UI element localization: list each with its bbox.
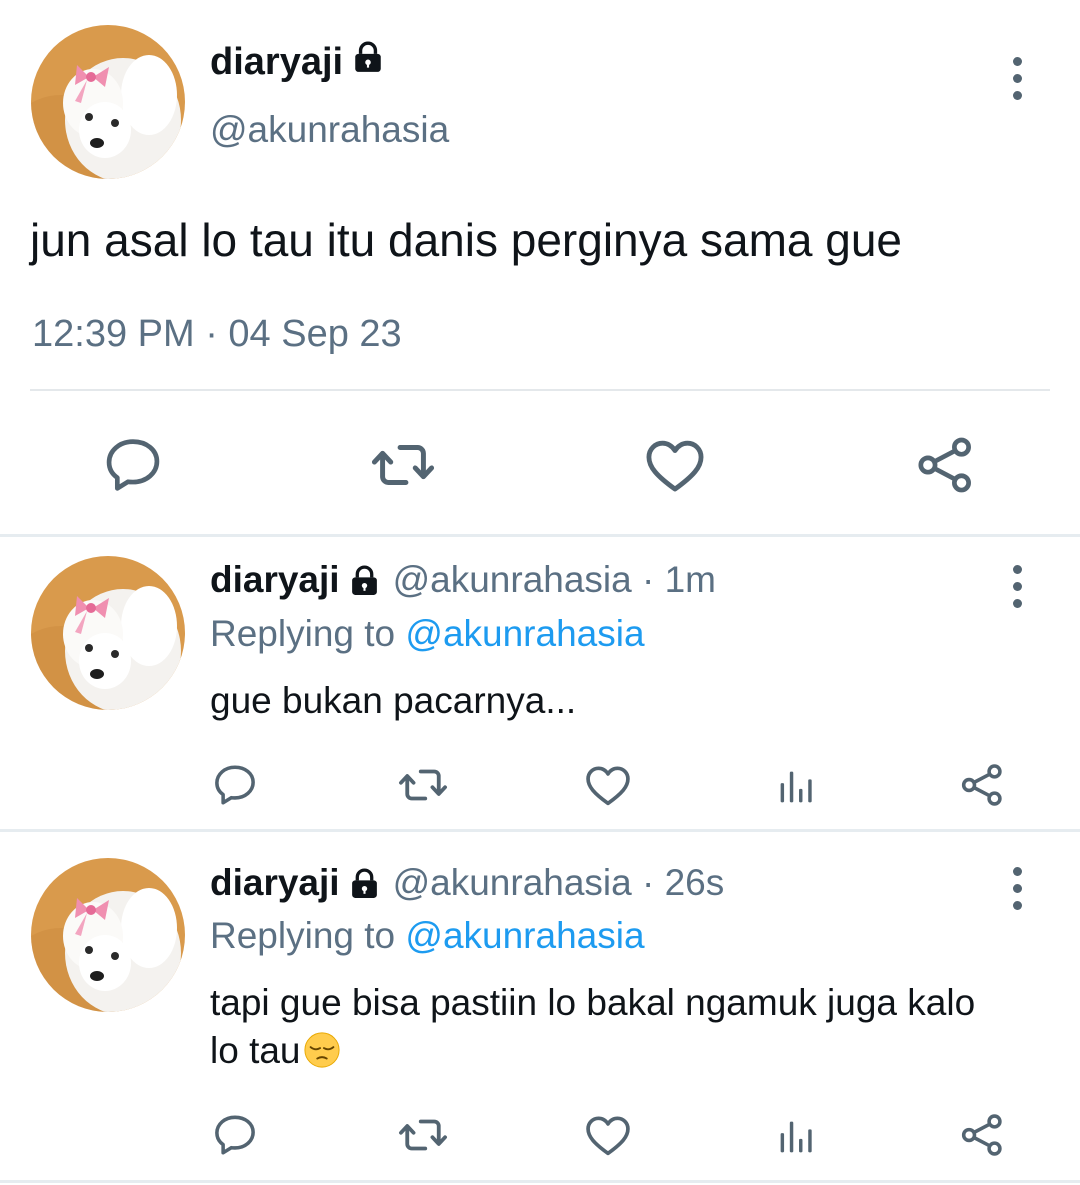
replying-to: Replying to @akunrahasia bbox=[210, 611, 645, 657]
replying-label: Replying to bbox=[210, 613, 406, 654]
lock-icon bbox=[348, 867, 381, 900]
lock-icon bbox=[348, 564, 381, 597]
tweet-text: tapi gue bisa pastiin lo bakal ngamuk ju… bbox=[210, 979, 1010, 1075]
display-name[interactable]: diaryaji bbox=[210, 557, 340, 603]
analytics-icon bbox=[772, 764, 818, 810]
reply-icon bbox=[100, 432, 166, 498]
mention-link[interactable]: @akunrahasia bbox=[405, 915, 644, 956]
like-icon bbox=[641, 430, 709, 500]
user-handle[interactable]: @akunrahasia bbox=[210, 106, 449, 154]
replying-to: Replying to @akunrahasia bbox=[210, 913, 645, 959]
handle-timestamp[interactable]: @akunrahasia · 1m bbox=[393, 557, 716, 603]
mention-link[interactable]: @akunrahasia bbox=[405, 613, 644, 654]
analytics-button[interactable] bbox=[771, 1114, 819, 1160]
handle-timestamp[interactable]: @akunrahasia · 26s bbox=[393, 860, 725, 906]
section-divider bbox=[0, 1180, 1080, 1183]
tweet-timestamp[interactable]: 12:39 PM · 04 Sep 23 bbox=[32, 310, 402, 358]
divider bbox=[30, 389, 1050, 391]
pensive-face-icon bbox=[303, 1031, 341, 1069]
like-icon bbox=[582, 758, 634, 812]
retweet-icon bbox=[396, 1108, 450, 1162]
share-button[interactable] bbox=[957, 1110, 1007, 1160]
retweet-button[interactable] bbox=[368, 432, 438, 498]
analytics-button[interactable] bbox=[771, 764, 819, 810]
avatar[interactable] bbox=[31, 556, 185, 710]
analytics-icon bbox=[772, 1114, 818, 1160]
more-options-icon[interactable] bbox=[1007, 565, 1027, 608]
reply-header: diaryaji @akunrahasia · 1m bbox=[210, 557, 716, 603]
avatar[interactable] bbox=[31, 25, 185, 179]
like-button[interactable] bbox=[641, 432, 709, 498]
reply-icon bbox=[210, 760, 260, 810]
retweet-icon bbox=[396, 758, 450, 812]
main-tweet-author[interactable]: diaryaji bbox=[210, 38, 385, 86]
section-divider bbox=[0, 829, 1080, 832]
reply-icon bbox=[210, 1110, 260, 1160]
share-icon bbox=[957, 760, 1007, 810]
reply-button[interactable] bbox=[210, 760, 260, 810]
share-button[interactable] bbox=[912, 432, 978, 498]
display-name[interactable]: diaryaji bbox=[210, 860, 340, 906]
retweet-button[interactable] bbox=[396, 1110, 450, 1160]
tweet-text: jun asal lo tau itu danis perginya sama … bbox=[30, 214, 903, 266]
display-name[interactable]: diaryaji bbox=[210, 38, 343, 86]
share-icon bbox=[957, 1110, 1007, 1160]
lock-icon bbox=[351, 38, 385, 86]
tweet-text: gue bukan pacarnya... bbox=[210, 680, 577, 721]
like-button[interactable] bbox=[582, 1110, 634, 1160]
share-icon bbox=[912, 432, 978, 498]
reply-header: diaryaji @akunrahasia · 26s bbox=[210, 860, 724, 906]
more-options-icon[interactable] bbox=[1007, 867, 1027, 910]
section-divider bbox=[0, 534, 1080, 537]
avatar[interactable] bbox=[31, 858, 185, 1012]
like-icon bbox=[582, 1108, 634, 1162]
share-button[interactable] bbox=[957, 760, 1007, 810]
reply-button[interactable] bbox=[210, 1110, 260, 1160]
retweet-icon bbox=[368, 430, 438, 500]
more-options-icon[interactable] bbox=[1007, 57, 1027, 100]
reply-button[interactable] bbox=[100, 432, 166, 498]
replying-label: Replying to bbox=[210, 915, 406, 956]
like-button[interactable] bbox=[582, 760, 634, 810]
retweet-button[interactable] bbox=[396, 760, 450, 810]
